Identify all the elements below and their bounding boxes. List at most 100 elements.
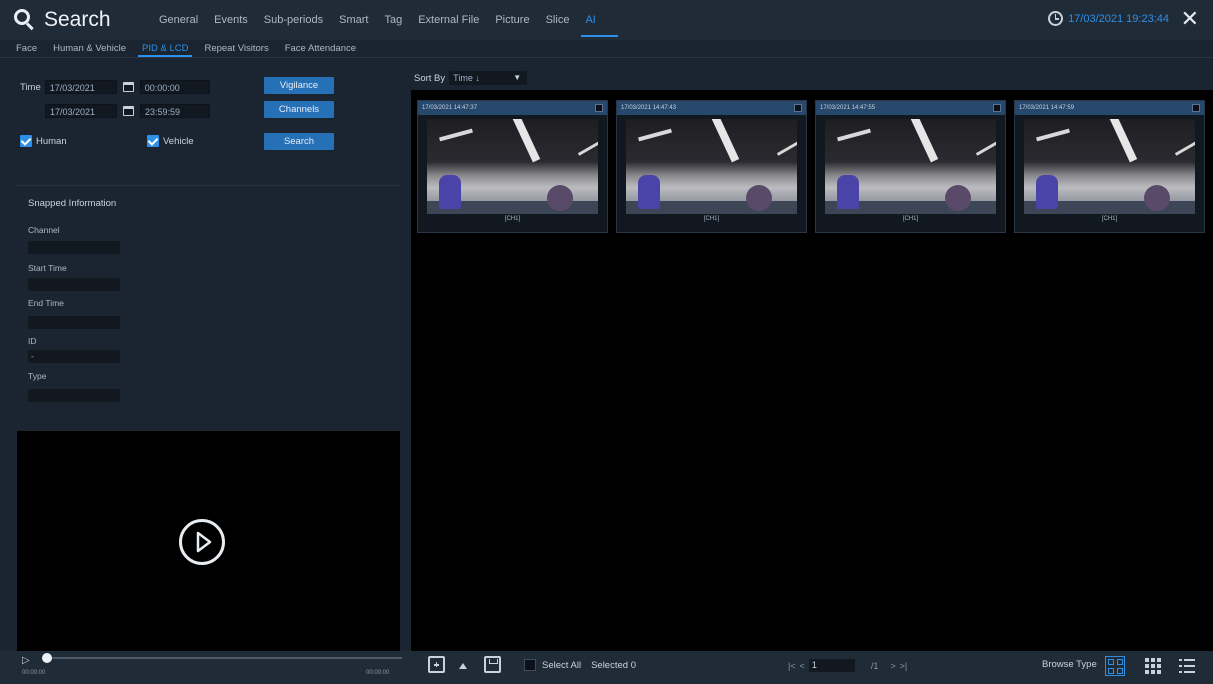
header-bar: Search General Events Sub-periods Smart … [0,0,1213,40]
result-thumbnail[interactable]: 17/03/2021 14:47:59 [CH1] [1014,100,1205,233]
results-grid: 17/03/2021 14:47:37 [CH1] 17/03/2021 14:… [411,90,1213,651]
timeline-end-time: 00:00:00 [366,670,390,676]
subtab-human-vehicle[interactable]: Human & Vehicle [45,43,134,57]
next-page-icon[interactable]: > [890,661,895,671]
type-label: Type [28,371,47,381]
tab-picture[interactable]: Picture [487,0,537,40]
result-thumbnail[interactable]: 17/03/2021 14:47:43 [CH1] [616,100,807,233]
search-button[interactable]: Search [264,133,334,150]
tab-external-file[interactable]: External File [410,0,487,40]
prev-page-icon[interactable]: < [800,661,805,671]
channel-value [28,241,120,254]
first-page-icon[interactable]: |< [788,661,796,671]
grid-large-icon[interactable] [1105,656,1125,676]
start-time-label: Start Time [28,263,67,273]
end-date-field[interactable]: 17/03/2021 [45,104,117,118]
tab-events[interactable]: Events [206,0,256,40]
main-tabs: General Events Sub-periods Smart Tag Ext… [151,0,619,40]
tab-sub-periods[interactable]: Sub-periods [256,0,331,40]
page-input[interactable]: 1 [808,659,855,672]
end-time-label: End Time [28,298,64,308]
list-view-icon[interactable] [1177,656,1197,676]
page-title-text: Search [44,8,111,31]
tab-smart[interactable]: Smart [331,0,376,40]
channels-button[interactable]: Channels [264,101,334,118]
thumbnail-header: 17/03/2021 14:47:59 [1015,101,1204,115]
video-player[interactable] [17,431,400,651]
tab-tag[interactable]: Tag [376,0,410,40]
vehicle-checkbox-row[interactable]: Vehicle [147,135,194,147]
timeline-handle[interactable] [42,653,52,663]
thumbnail-checkbox[interactable] [794,104,802,112]
thumbnail-timestamp: 17/03/2021 14:47:55 [820,105,876,111]
thumbnail-checkbox[interactable] [1192,104,1200,112]
thumbnail-checkbox[interactable] [993,104,1001,112]
page-total: /1 [870,660,879,671]
channel-label: Channel [28,225,60,235]
timeline-start-time: 00:00:00 [22,670,46,676]
start-date-field[interactable]: 17/03/2021 [44,80,117,94]
grid-small-icon[interactable] [1143,656,1163,676]
add-icon[interactable] [428,656,445,673]
close-button[interactable]: ✕ [1181,7,1199,31]
select-all-checkbox[interactable] [524,659,536,671]
select-all-label[interactable]: Select All [542,660,581,671]
human-label: Human [36,135,67,147]
type-value [28,389,120,402]
sub-tabs: Face Human & Vehicle PID & LCD Repeat Vi… [0,40,1213,58]
thumbnail-caption: [CH1] [1101,216,1118,222]
tab-ai[interactable]: AI [577,0,619,40]
result-thumbnail[interactable]: 17/03/2021 14:47:55 [CH1] [815,100,1006,233]
end-time-field[interactable]: 23:59:59 [140,104,210,118]
play-button[interactable] [179,519,225,565]
save-icon[interactable] [484,656,501,673]
time-label: Time [20,81,41,93]
start-row: Time 17/03/2021 00:00:00 [20,80,210,94]
datetime-text: 17/03/2021 19:23:44 [1068,12,1169,25]
page-title: Search [14,8,149,32]
vigilance-button[interactable]: Vigilance [264,77,334,94]
play-small-icon[interactable]: ▷ [22,655,30,666]
end-row: 17/03/2021 23:59:59 [45,104,210,118]
tab-general[interactable]: General [151,0,206,40]
select-all-group: Select All Selected 0 [524,659,636,671]
datetime-display: 17/03/2021 19:23:44 [1048,11,1169,26]
calendar-icon[interactable] [123,106,134,116]
thumbnail-header: 17/03/2021 14:47:37 [418,101,607,115]
thumbnail-checkbox[interactable] [595,104,603,112]
thumbnail-timestamp: 17/03/2021 14:47:43 [621,105,677,111]
subtab-pid-lcd[interactable]: PID & LCD [134,43,196,57]
clock-icon [1048,11,1064,26]
snapped-information: Snapped Information Channel Start Time E… [16,185,400,419]
subtab-face-attendance[interactable]: Face Attendance [277,43,364,57]
thumbnail-caption: [CH1] [504,216,521,222]
last-page-icon[interactable]: >| [900,661,908,671]
snapped-info-title: Snapped Information [28,198,117,209]
subtab-face[interactable]: Face [0,43,45,57]
snapshot-image [1024,119,1195,214]
human-checkbox[interactable] [20,135,32,147]
tab-slice[interactable]: Slice [538,0,578,40]
thumbnail-caption: [CH1] [902,216,919,222]
thumbnail-caption: [CH1] [703,216,720,222]
thumbnail-header: 17/03/2021 14:47:43 [617,101,806,115]
subtab-repeat-visitors[interactable]: Repeat Visitors [196,43,276,57]
timeline-track[interactable] [50,657,402,659]
sort-select[interactable]: Time ↓ ▼ [449,71,528,85]
thumbnail-timestamp: 17/03/2021 14:47:37 [422,105,478,111]
play-icon [196,531,212,553]
snapshot-image [626,119,797,214]
caret-up-icon[interactable] [459,663,467,669]
human-checkbox-row[interactable]: Human [20,135,67,147]
filter-panel: Time 17/03/2021 00:00:00 17/03/2021 23:5… [0,59,411,651]
search-icon [14,9,36,31]
snapshot-image [825,119,996,214]
start-time-field[interactable]: 00:00:00 [139,80,210,94]
calendar-icon[interactable] [122,82,134,92]
id-label: ID [28,336,37,346]
vehicle-checkbox[interactable] [147,135,159,147]
browse-type-label: Browse Type [1042,659,1097,670]
pagination: |< < 1 /1 > >| [788,659,911,672]
result-thumbnail[interactable]: 17/03/2021 14:47:37 [CH1] [417,100,608,233]
sort-value: Time ↓ [453,73,480,83]
